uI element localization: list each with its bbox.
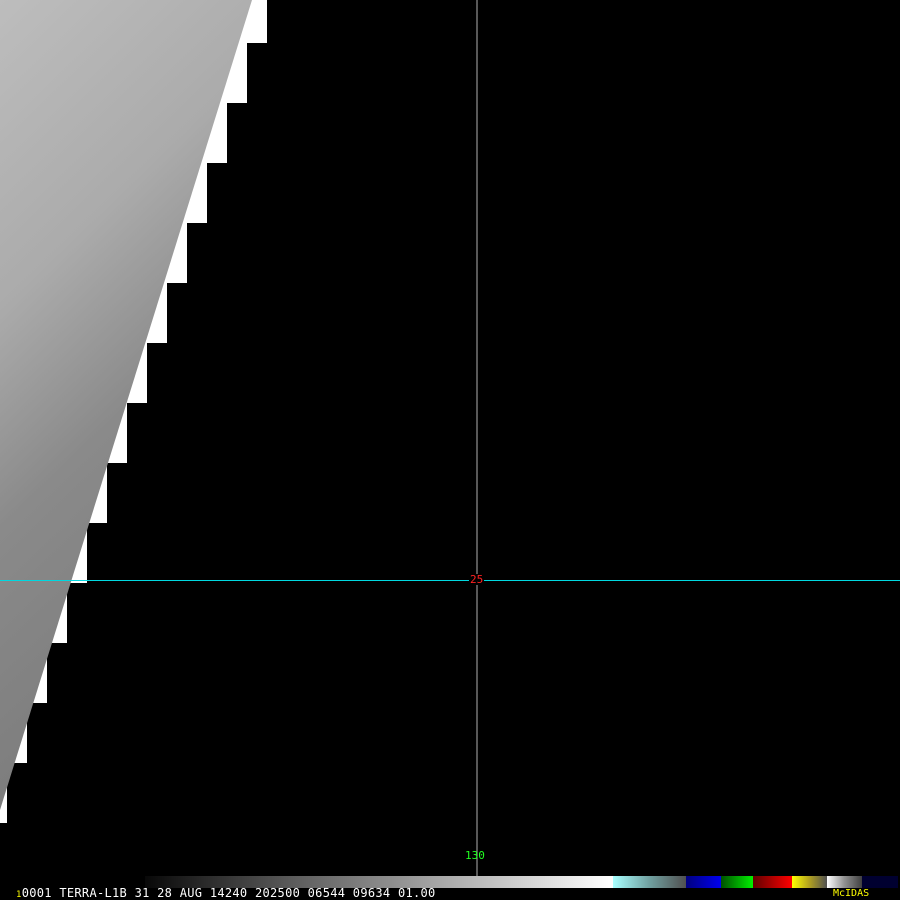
cloud-field xyxy=(0,0,252,810)
image-info-line: 10001 TERRA-L1B 31 28 AUG 14240 202500 0… xyxy=(16,887,436,900)
satellite-imagery xyxy=(0,0,900,876)
mcidas-brand: McIDAS xyxy=(833,888,870,899)
longitude-label: 130 xyxy=(465,849,485,862)
latitude-label: 25 xyxy=(469,573,485,586)
satellite-image-viewer: 25 130 10001 TERRA-L1B 31 28 AUG 14240 2… xyxy=(0,0,900,900)
image-caption: 0001 TERRA-L1B 31 28 AUG 14240 202500 06… xyxy=(21,886,436,900)
